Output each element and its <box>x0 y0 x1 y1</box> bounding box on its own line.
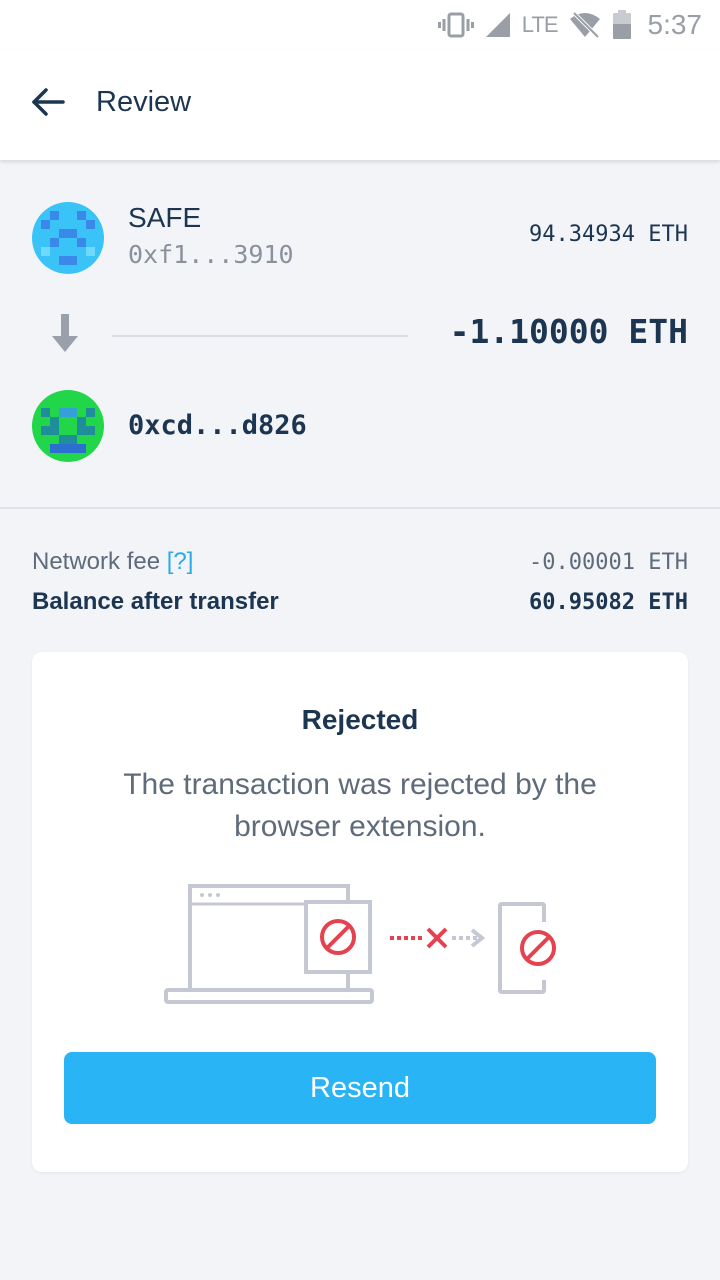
rejection-message: The transaction was rejected by the brow… <box>123 768 597 843</box>
transfer-row: -1.10000 ETH <box>0 300 720 370</box>
sender-address[interactable]: 0xf1...3910 <box>128 240 294 269</box>
signal-icon <box>484 11 512 39</box>
recipient-account: 0xcd...d826 <box>0 388 720 468</box>
page-title: Review <box>96 86 192 118</box>
transfer-amount: -1.10000 ETH <box>449 312 688 351</box>
battery-icon <box>612 10 632 40</box>
wifi-off-icon <box>568 11 602 39</box>
network-type: LTE <box>521 12 559 37</box>
recipient-address[interactable]: 0xcd...d826 <box>128 410 307 441</box>
app-bar: Review <box>0 50 720 160</box>
section-divider <box>0 507 720 509</box>
vibrate-icon <box>437 11 474 39</box>
fee-help-link[interactable]: [?] <box>167 548 194 575</box>
network-fee-label: Network fee [?] <box>32 548 193 576</box>
network-fee-row: Network fee [?] -0.00001 ETH <box>32 548 688 580</box>
arrow-left-icon <box>31 87 65 122</box>
back-button[interactable] <box>22 78 74 130</box>
rejection-title: Rejected <box>301 704 419 735</box>
sender-avatar <box>32 202 104 274</box>
arrow-down-icon <box>50 312 80 359</box>
status-bar: LTE 5:37 <box>0 0 720 50</box>
recipient-avatar <box>32 390 104 462</box>
status-icons: LTE 5:37 <box>437 6 703 44</box>
rejection-illustration <box>164 880 556 1015</box>
status-time: 5:37 <box>647 9 703 40</box>
balance-after-value: 60.95082 ETH <box>529 590 688 615</box>
network-fee-value: -0.00001 ETH <box>529 550 688 575</box>
rejection-card: Rejected The transaction was rejected by… <box>32 652 688 1172</box>
sender-name: SAFE <box>128 202 202 233</box>
connection-failed-icon <box>390 927 486 949</box>
balance-after-label: Balance after transfer <box>32 588 279 615</box>
network-fee-text: Network fee <box>32 548 161 575</box>
transfer-divider <box>112 335 408 337</box>
resend-button[interactable]: Resend <box>64 1052 656 1124</box>
sender-account: SAFE 0xf1...3910 94.34934 ETH <box>0 200 720 280</box>
balance-after-row: Balance after transfer 60.95082 ETH <box>32 588 688 620</box>
sender-balance: 94.34934 ETH <box>529 222 688 247</box>
phone-icon <box>498 902 556 994</box>
browser-extension-icon <box>304 900 372 974</box>
